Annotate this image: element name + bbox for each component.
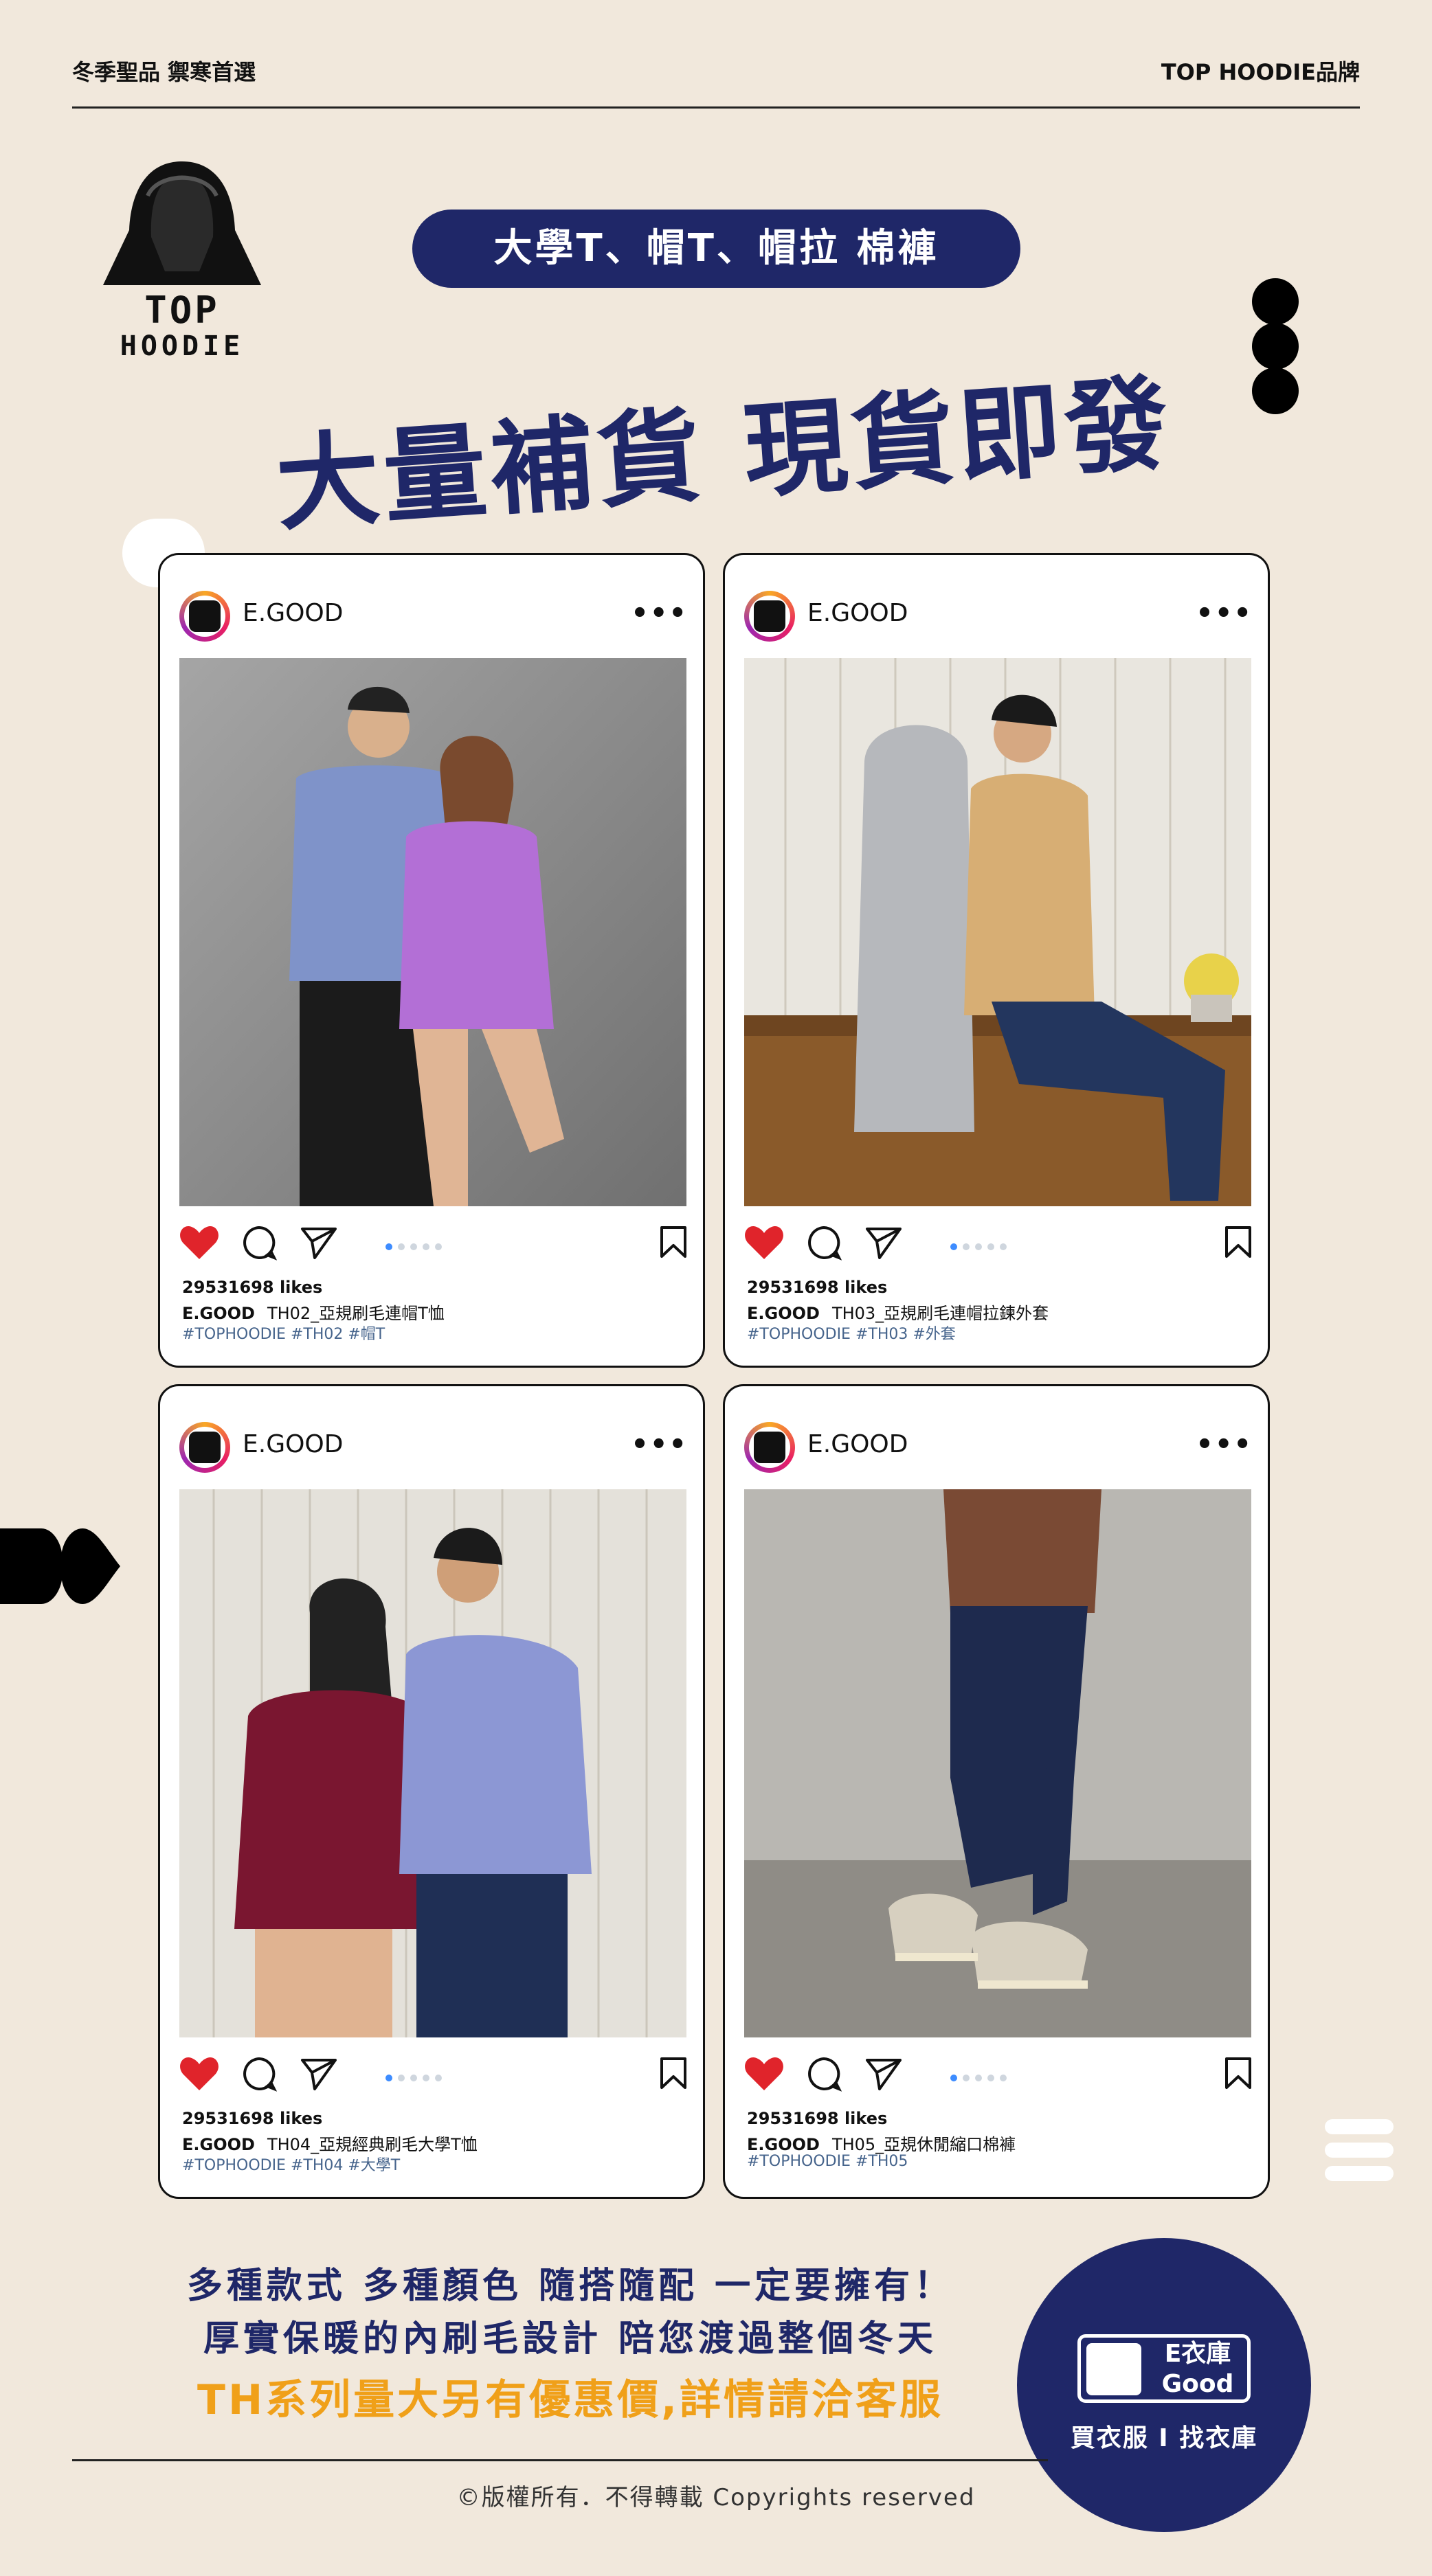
- comment-icon[interactable]: [241, 1225, 277, 1261]
- avatar[interactable]: [744, 591, 795, 642]
- share-icon[interactable]: [300, 1225, 338, 1261]
- post-hashtags[interactable]: #TOPHOODIE #TH03 #外套: [747, 1322, 956, 1344]
- post-photo: [179, 1489, 686, 2037]
- caption-username[interactable]: E.GOOD: [182, 2135, 255, 2154]
- avatar[interactable]: [744, 1422, 795, 1473]
- post-card: E.GOOD ••• 29531698 likes E.GOOD TH03_亞規刷…: [723, 553, 1270, 1368]
- likes-count: 29531698 likes: [182, 2109, 323, 2128]
- post-photo: [744, 658, 1251, 1206]
- post-card: E.GOOD ••• 29531698 likes E.GOOD TH05_亞規休…: [723, 1384, 1270, 2199]
- header-right-text: TOP HOODIE品牌: [1161, 59, 1360, 85]
- post-photo: [179, 658, 686, 1206]
- header-divider: [72, 106, 1360, 109]
- caption-text: TH05_亞規休閒縮口棉褲: [831, 2135, 1016, 2154]
- caption-username[interactable]: E.GOOD: [747, 1304, 820, 1323]
- promo-line-3: TH系列量大另有優惠價,詳情請洽客服: [197, 2376, 943, 2424]
- more-options-icon[interactable]: •••: [631, 1429, 688, 1460]
- deco-dot: [1252, 278, 1299, 325]
- store-logo-icon: [189, 600, 221, 632]
- deco-dot: [1252, 323, 1299, 370]
- comment-icon[interactable]: [806, 2056, 842, 2092]
- logo-line1: TOP: [144, 289, 220, 332]
- post-header: E.GOOD •••: [744, 1422, 1253, 1477]
- bookmark-icon[interactable]: [1224, 2056, 1253, 2090]
- post-actions: [744, 1225, 1253, 1266]
- post-caption: E.GOOD TH03_亞規刷毛連帽拉鍊外套: [747, 1300, 1049, 1324]
- heart-icon[interactable]: [744, 2056, 784, 2092]
- bookmark-icon[interactable]: [1224, 1225, 1253, 1259]
- hooded-figure-icon: [103, 161, 261, 285]
- heart-icon[interactable]: [179, 2056, 219, 2092]
- likes-count: 29531698 likes: [747, 2109, 888, 2128]
- caption-text: TH03_亞規刷毛連帽拉鍊外套: [831, 1304, 1049, 1323]
- post-photo: [744, 1489, 1251, 2037]
- deco-black-wave: [0, 1528, 120, 1604]
- post-hashtags[interactable]: #TOPHOODIE #TH02 #帽T: [182, 1322, 385, 1344]
- heart-icon[interactable]: [744, 1225, 784, 1261]
- post-caption: E.GOOD TH04_亞規經典刷毛大學T恤: [182, 2131, 478, 2155]
- logo-line2: HOODIE: [120, 330, 245, 362]
- carousel-dots: [950, 2071, 1012, 2084]
- post-card: E.GOOD ••• 29531698 likes E.GOOD TH04_亞規經…: [158, 1384, 705, 2199]
- post-caption: E.GOOD TH02_亞規刷毛連帽T恤: [182, 1300, 445, 1324]
- post-hashtags[interactable]: #TOPHOODIE #TH05: [747, 2153, 908, 2170]
- avatar[interactable]: [179, 591, 230, 642]
- caption-username[interactable]: E.GOOD: [747, 2135, 820, 2154]
- post-username[interactable]: E.GOOD: [243, 599, 343, 627]
- deco-dot: [1252, 368, 1299, 414]
- post-card: E.GOOD ••• 29531698 likes E.GOOD TH02_亞規刷…: [158, 553, 705, 1368]
- post-actions: [179, 2056, 688, 2097]
- comment-icon[interactable]: [241, 2056, 277, 2092]
- post-username[interactable]: E.GOOD: [243, 1430, 343, 1458]
- post-username[interactable]: E.GOOD: [807, 599, 908, 627]
- heart-icon[interactable]: [179, 1225, 219, 1261]
- avatar[interactable]: [179, 1422, 230, 1473]
- promo-line-1: 多種款式 多種顏色 隨搭隨配 一定要擁有！: [186, 2266, 954, 2307]
- more-options-icon[interactable]: •••: [631, 598, 688, 629]
- footer-divider: [72, 2459, 1048, 2461]
- post-header: E.GOOD •••: [744, 591, 1253, 646]
- post-actions: [179, 1225, 688, 1266]
- deco-white-bars: [1325, 2119, 1394, 2189]
- copyright-text: ©版權所有．不得轉載 Copyrights reserved: [456, 2484, 976, 2511]
- comment-icon[interactable]: [806, 1225, 842, 1261]
- share-icon[interactable]: [300, 2056, 338, 2092]
- carousel-dots: [385, 2071, 447, 2084]
- bookmark-icon[interactable]: [659, 1225, 688, 1259]
- share-icon[interactable]: [864, 2056, 903, 2092]
- carousel-dots: [385, 1240, 447, 1253]
- carousel-dots: [950, 1240, 1012, 1253]
- category-pill: 大學T、帽T、帽拉 棉褲: [412, 210, 1020, 288]
- top-hoodie-logo: TOP HOODIE: [96, 155, 268, 374]
- post-hashtags[interactable]: #TOPHOODIE #TH04 #大學T: [182, 2153, 400, 2175]
- promo-line-2: 厚實保暖的內刷毛設計 陪您渡過整個冬天: [203, 2318, 938, 2360]
- store-logo-icon: [754, 1432, 785, 1463]
- more-options-icon[interactable]: •••: [1196, 598, 1253, 629]
- post-header: E.GOOD •••: [179, 591, 688, 646]
- bookmark-icon[interactable]: [659, 2056, 688, 2090]
- share-icon[interactable]: [864, 1225, 903, 1261]
- more-options-icon[interactable]: •••: [1196, 1429, 1253, 1460]
- post-caption: E.GOOD TH05_亞規休閒縮口棉褲: [747, 2131, 1016, 2155]
- header-left-text: 冬季聖品 禦寒首選: [72, 59, 256, 85]
- post-header: E.GOOD •••: [179, 1422, 688, 1477]
- caption-text: TH04_亞規經典刷毛大學T恤: [267, 2135, 478, 2154]
- store-brand: E衣庫 Good: [1161, 2340, 1234, 2398]
- caption-username[interactable]: E.GOOD: [182, 1304, 255, 1323]
- store-logo-icon: [754, 600, 785, 632]
- post-actions: [744, 2056, 1253, 2097]
- likes-count: 29531698 likes: [182, 1278, 323, 1297]
- store-logo-icon: [189, 1432, 221, 1463]
- store-slogan: 買衣服 I 找衣庫: [1070, 2424, 1258, 2452]
- main-headline: 大量補貨 現貨即發: [272, 363, 1176, 546]
- likes-count: 29531698 likes: [747, 1278, 888, 1297]
- store-logo-icon: E衣庫 Good: [1077, 2334, 1251, 2403]
- caption-text: TH02_亞規刷毛連帽T恤: [267, 1304, 445, 1323]
- post-username[interactable]: E.GOOD: [807, 1430, 908, 1458]
